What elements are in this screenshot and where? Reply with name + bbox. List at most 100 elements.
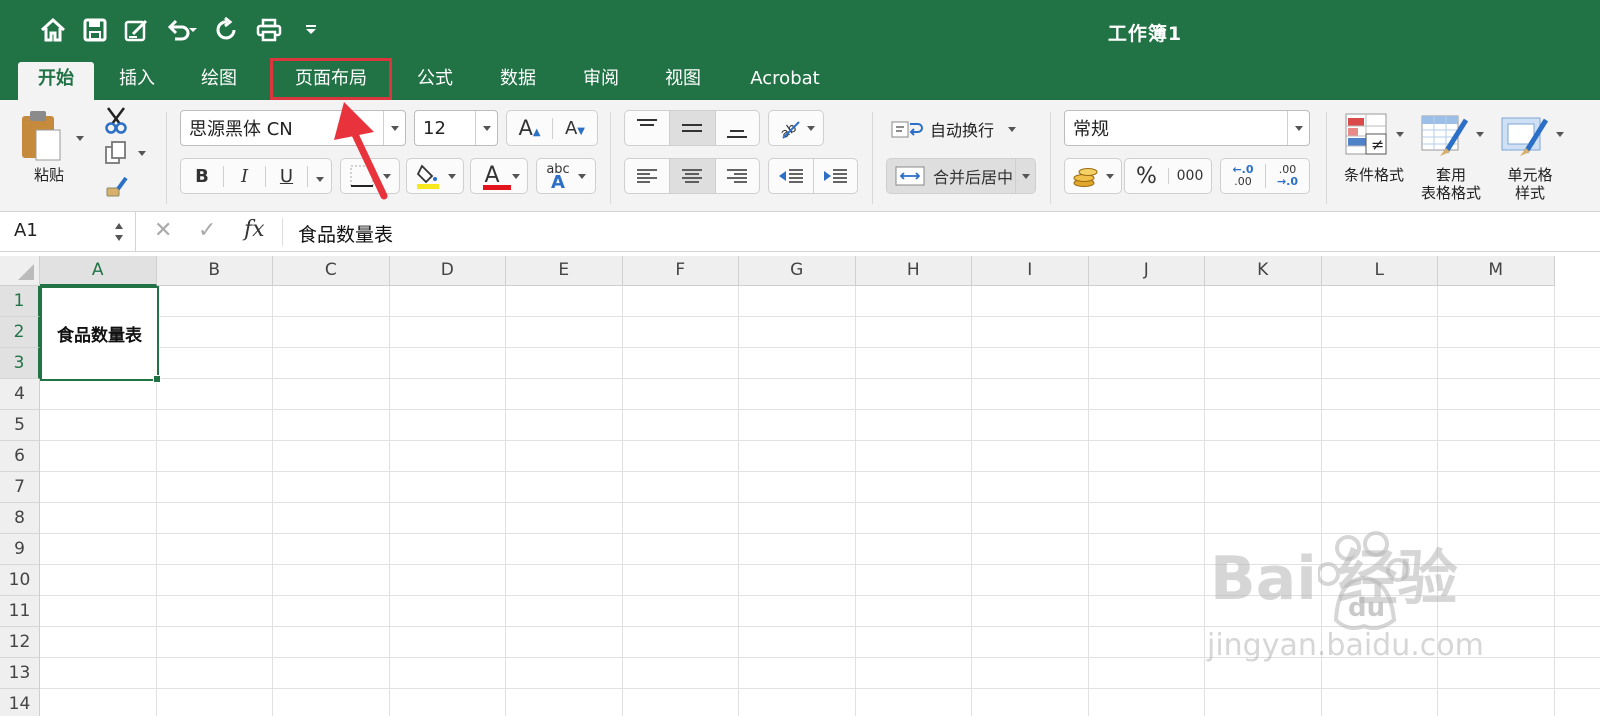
- phonetic-guide-button[interactable]: abc A: [536, 158, 596, 194]
- tab-formulas[interactable]: 公式: [402, 62, 468, 100]
- orientation-button[interactable]: ab: [768, 110, 824, 146]
- paste-dropdown-icon[interactable]: [76, 136, 84, 141]
- wrap-text-button[interactable]: 自动换行: [890, 114, 1017, 144]
- copy-dropdown-icon[interactable]: [138, 151, 146, 156]
- format-painter-icon[interactable]: [104, 174, 128, 204]
- decrease-decimal-button[interactable]: .00 →.0: [1264, 164, 1309, 188]
- fill-color-button[interactable]: [406, 158, 464, 194]
- increase-decimal-button[interactable]: ←.0 .00: [1221, 164, 1265, 188]
- bold-button[interactable]: B: [181, 166, 223, 187]
- customize-toolbar-icon[interactable]: [296, 12, 326, 48]
- wrap-text-dropdown-icon[interactable]: [1008, 126, 1017, 132]
- format-as-table-button[interactable]: 套用 表格格式: [1416, 108, 1488, 206]
- fill-color-dropdown-icon[interactable]: [448, 173, 456, 179]
- row-header-5[interactable]: 5: [0, 410, 40, 441]
- phonetic-dropdown-icon[interactable]: [577, 173, 586, 179]
- align-top-button[interactable]: [625, 111, 669, 145]
- conditional-formatting-button[interactable]: ≠ 条件格式: [1340, 108, 1412, 206]
- cell-styles-button[interactable]: 单元格 样式: [1498, 108, 1570, 206]
- align-bottom-button[interactable]: [714, 111, 759, 145]
- row-header-12[interactable]: 12: [0, 627, 40, 658]
- row-header-7[interactable]: 7: [0, 472, 40, 503]
- formula-input[interactable]: 食品数量表: [298, 220, 393, 247]
- align-left-button[interactable]: [625, 159, 669, 193]
- row-header-11[interactable]: 11: [0, 596, 40, 627]
- merged-cell-a1-a3[interactable]: 食品数量表: [40, 286, 159, 381]
- copy-icon[interactable]: [104, 140, 146, 170]
- accounting-format-button[interactable]: [1064, 158, 1122, 194]
- row-header-2[interactable]: 2: [0, 317, 40, 348]
- column-header-f[interactable]: F: [622, 256, 739, 286]
- column-header-e[interactable]: E: [506, 256, 623, 286]
- percent-style-button[interactable]: %: [1125, 164, 1168, 189]
- conditional-formatting-dropdown-icon[interactable]: [1396, 132, 1404, 137]
- row-header-3[interactable]: 3: [0, 348, 40, 379]
- orientation-dropdown-icon[interactable]: [807, 125, 815, 131]
- tab-home[interactable]: 开始: [18, 62, 94, 100]
- column-header-d[interactable]: D: [389, 256, 506, 286]
- print-icon[interactable]: [254, 12, 284, 48]
- column-header-m[interactable]: M: [1438, 256, 1555, 286]
- font-color-dropdown-icon[interactable]: [512, 173, 520, 179]
- accounting-dropdown-icon[interactable]: [1106, 173, 1114, 179]
- redo-icon[interactable]: [212, 12, 242, 48]
- tab-data[interactable]: 数据: [485, 62, 551, 100]
- column-header-b[interactable]: B: [156, 256, 273, 286]
- align-middle-button[interactable]: [669, 111, 715, 145]
- select-all-corner[interactable]: [0, 256, 40, 286]
- italic-button[interactable]: I: [223, 165, 265, 187]
- row-header-14[interactable]: 14: [0, 689, 40, 716]
- grow-font-button[interactable]: A▲: [507, 116, 552, 140]
- row-header-6[interactable]: 6: [0, 441, 40, 472]
- tab-draw[interactable]: 绘图: [186, 62, 252, 100]
- underline-button[interactable]: U: [265, 165, 307, 187]
- row-header-10[interactable]: 10: [0, 565, 40, 596]
- merge-center-button[interactable]: 合并后居中: [886, 158, 1036, 194]
- name-box-stepper-icon[interactable]: [113, 219, 125, 245]
- cancel-entry-icon[interactable]: ✕: [154, 218, 172, 243]
- column-header-j[interactable]: J: [1088, 256, 1205, 286]
- font-size-dropdown-icon[interactable]: [475, 111, 497, 145]
- column-header-c[interactable]: C: [273, 256, 390, 286]
- column-header-l[interactable]: L: [1321, 256, 1438, 286]
- align-right-button[interactable]: [714, 159, 759, 193]
- tab-insert[interactable]: 插入: [104, 62, 170, 100]
- insert-function-icon[interactable]: fx: [244, 217, 265, 242]
- merge-dropdown-icon[interactable]: [1015, 159, 1035, 193]
- column-header-g[interactable]: G: [739, 256, 856, 286]
- fill-handle[interactable]: [153, 375, 161, 383]
- grid-row-line: [40, 378, 1600, 379]
- edit-icon[interactable]: [122, 12, 152, 48]
- font-size-select[interactable]: 12: [414, 110, 498, 146]
- home-icon[interactable]: [38, 12, 68, 48]
- cut-icon[interactable]: [104, 106, 128, 138]
- font-color-button[interactable]: A: [470, 158, 528, 194]
- save-icon[interactable]: [80, 12, 110, 48]
- number-format-select[interactable]: 常规: [1064, 110, 1310, 146]
- row-header-1[interactable]: 1: [0, 286, 40, 317]
- underline-dropdown-icon[interactable]: [307, 165, 331, 187]
- name-box[interactable]: A1: [0, 212, 136, 252]
- tab-view[interactable]: 视图: [650, 62, 716, 100]
- comma-style-button[interactable]: 000: [1167, 168, 1211, 184]
- row-header-4[interactable]: 4: [0, 379, 40, 410]
- undo-dropdown-icon[interactable]: [188, 12, 198, 48]
- increase-indent-button[interactable]: [812, 159, 857, 193]
- column-header-i[interactable]: I: [972, 256, 1089, 286]
- column-header-a[interactable]: A: [40, 256, 157, 286]
- cell-styles-dropdown-icon[interactable]: [1556, 132, 1564, 137]
- tab-acrobat[interactable]: Acrobat: [738, 62, 832, 100]
- row-header-9[interactable]: 9: [0, 534, 40, 565]
- align-center-button[interactable]: [669, 159, 715, 193]
- number-format-dropdown-icon[interactable]: [1287, 111, 1309, 145]
- shrink-font-button[interactable]: A▼: [551, 117, 597, 139]
- column-header-h[interactable]: H: [855, 256, 972, 286]
- format-as-table-dropdown-icon[interactable]: [1476, 132, 1484, 137]
- tab-review[interactable]: 审阅: [568, 62, 634, 100]
- decrease-indent-button[interactable]: [769, 159, 813, 193]
- confirm-entry-icon[interactable]: ✓: [198, 218, 216, 243]
- row-header-13[interactable]: 13: [0, 658, 40, 689]
- row-header-8[interactable]: 8: [0, 503, 40, 534]
- column-header-k[interactable]: K: [1205, 256, 1322, 286]
- paste-button[interactable]: [18, 108, 84, 168]
